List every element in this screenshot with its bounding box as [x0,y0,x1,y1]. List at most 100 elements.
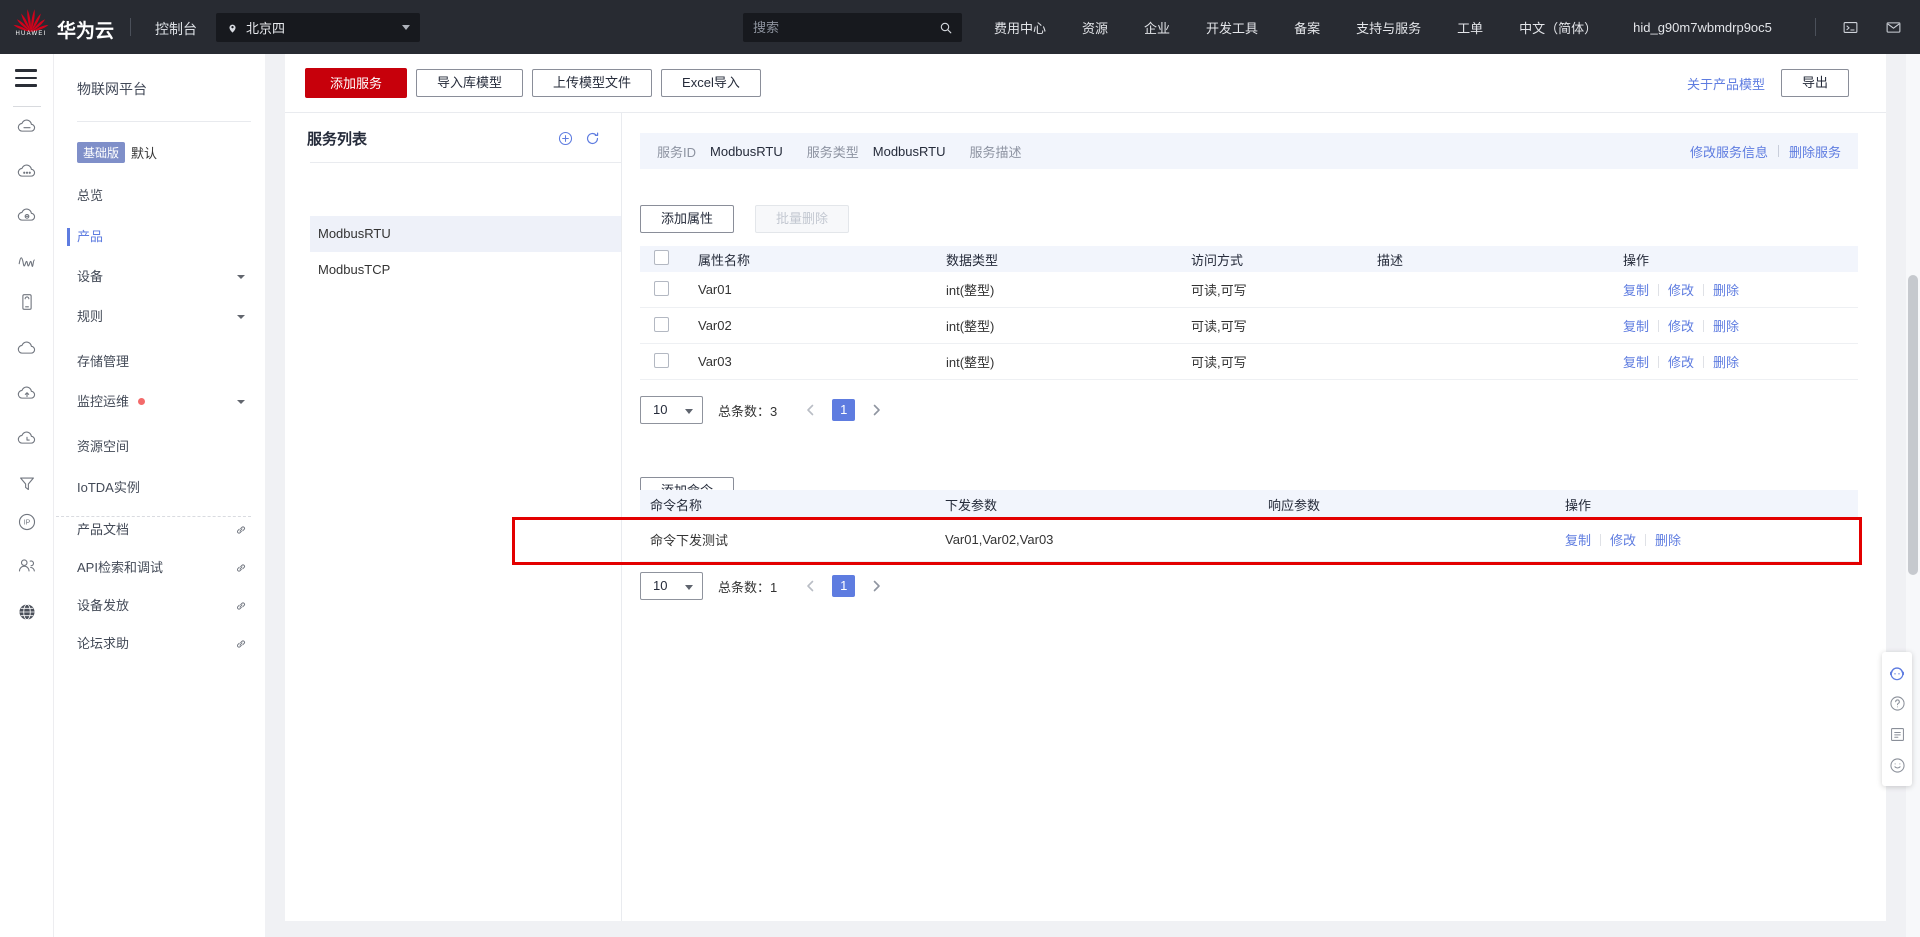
scrollbar-thumb[interactable] [1908,275,1918,575]
sidebar-item-forum-help[interactable]: 论坛求助 [54,629,265,659]
external-link-icon [234,561,248,575]
prev-page-icon[interactable] [803,402,819,418]
copy-link[interactable]: 复制 [1565,530,1591,549]
page-number-button[interactable]: 1 [832,575,855,597]
menu-language[interactable]: 中文（简体） [1519,18,1597,37]
command-name: 命令下发测试 [640,530,945,549]
sidebar-item-om[interactable]: 监控运维 [54,387,265,417]
add-service-button[interactable]: 添加服务 [305,68,407,98]
delete-service-link[interactable]: 删除服务 [1789,142,1841,161]
batch-delete-button[interactable]: 批量删除 [755,205,849,233]
globe-icon[interactable] [16,601,38,623]
total-count: 总条数：3 [718,401,777,420]
svg-text:IP: IP [24,520,31,527]
funnel-icon[interactable] [16,473,38,495]
sidebar-item-resource-space[interactable]: 资源空间 [54,432,265,462]
cloud-server-icon[interactable] [16,116,38,138]
chevron-down-icon [237,275,245,279]
service-item-modbusrtu[interactable]: ModbusRTU [310,216,621,252]
sidebar-item-api-explorer[interactable]: API检索和调试 [54,553,265,583]
assistant-robot-icon[interactable] [1882,657,1912,688]
attr-name: Var01 [684,282,932,297]
cloud-clock-icon[interactable] [16,428,38,450]
cloud-coin-icon[interactable] [16,205,38,227]
menu-dev-tools[interactable]: 开发工具 [1206,18,1258,37]
huawei-logo-word: HUAWEI [12,31,50,37]
hamburger-menu-icon[interactable] [15,69,37,92]
service-id-label: 服务ID [657,142,696,161]
delete-link[interactable]: 删除 [1713,352,1739,371]
row-checkbox[interactable] [654,317,669,332]
sidebar-item-storage[interactable]: 存储管理 [54,347,265,377]
menu-tickets[interactable]: 工单 [1457,18,1483,37]
prev-page-icon[interactable] [803,578,819,594]
modify-service-link[interactable]: 修改服务信息 [1690,142,1768,161]
modify-link[interactable]: 修改 [1668,316,1694,335]
smiley-icon[interactable] [1882,750,1912,781]
copy-link[interactable]: 复制 [1623,316,1649,335]
modify-link[interactable]: 修改 [1668,352,1694,371]
console-link[interactable]: 控制台 [155,19,197,39]
search-icon[interactable] [938,20,954,36]
menu-icp-filing[interactable]: 备案 [1294,18,1320,37]
menu-billing-center[interactable]: 费用中心 [994,18,1046,37]
ip-circle-icon[interactable]: IP [16,511,38,533]
copy-link[interactable]: 复制 [1623,352,1649,371]
account-id[interactable]: hid_g90m7wbmdrp9oc5 [1633,20,1772,35]
edition-badge: 基础版 [77,142,125,163]
upload-model-file-button[interactable]: 上传模型文件 [532,69,652,97]
cli-terminal-icon[interactable] [1842,19,1859,36]
import-library-model-button[interactable]: 导入库模型 [416,69,523,97]
export-button[interactable]: 导出 [1781,69,1849,97]
attr-access: 可读,可写 [1177,316,1363,335]
add-attribute-button[interactable]: 添加属性 [640,205,734,233]
col-response-params: 响应参数 [1268,495,1565,514]
add-service-circle-button[interactable] [557,130,574,147]
row-checkbox[interactable] [654,281,669,296]
modify-link[interactable]: 修改 [1610,530,1636,549]
page-scrollbar [1906,54,1920,937]
page-size-select[interactable]: 10 [640,572,703,600]
col-operation: 操作 [1565,495,1858,514]
sidebar-item-rules[interactable]: 规则 [54,302,265,332]
mail-icon[interactable] [1885,19,1902,36]
delete-link[interactable]: 删除 [1713,316,1739,335]
tablet-device-icon[interactable] [16,291,38,313]
copy-link[interactable]: 复制 [1623,280,1649,299]
chevron-down-icon [237,315,245,319]
chevron-down-icon [685,409,693,414]
menu-enterprise[interactable]: 企业 [1144,18,1170,37]
delete-link[interactable]: 删除 [1655,530,1681,549]
cloud-ellipsis-icon[interactable] [16,161,38,183]
sidebar-item-device-provisioning[interactable]: 设备发放 [54,591,265,621]
region-selector[interactable]: 北京四 [216,13,420,42]
excel-import-button[interactable]: Excel导入 [661,69,761,97]
cloud-upload-icon[interactable] [16,383,38,405]
menu-resources[interactable]: 资源 [1082,18,1108,37]
next-page-icon[interactable] [868,578,884,594]
refresh-button[interactable] [584,130,601,147]
row-checkbox[interactable] [654,353,669,368]
sidebar-item-devices[interactable]: 设备 [54,262,265,292]
modify-link[interactable]: 修改 [1668,280,1694,299]
delete-link[interactable]: 删除 [1713,280,1739,299]
search-input[interactable] [753,20,918,35]
sidebar-item-products[interactable]: 产品 [54,222,265,252]
service-item-modbustcp[interactable]: ModbusTCP [310,252,621,288]
sidebar-item-product-docs[interactable]: 产品文档 [54,515,265,545]
menu-support[interactable]: 支持与服务 [1356,18,1421,37]
sidebar-item-iotda-instance[interactable]: IoTDA实例 [54,473,265,503]
huawei-logo[interactable]: HUAWEI [12,6,50,37]
users-icon[interactable] [16,554,38,576]
next-page-icon[interactable] [868,402,884,418]
sidebar-item-overview[interactable]: 总览 [54,181,265,211]
feedback-icon[interactable] [1882,719,1912,750]
page-number-button[interactable]: 1 [832,399,855,421]
cloud-icon[interactable] [16,338,38,360]
about-product-model-link[interactable]: 关于产品模型 [1687,74,1765,93]
select-all-checkbox[interactable] [654,250,669,265]
brand-title[interactable]: 华为云 [57,16,114,43]
page-size-select[interactable]: 10 [640,396,703,424]
waves-icon[interactable] [16,249,38,271]
help-icon[interactable] [1882,688,1912,719]
